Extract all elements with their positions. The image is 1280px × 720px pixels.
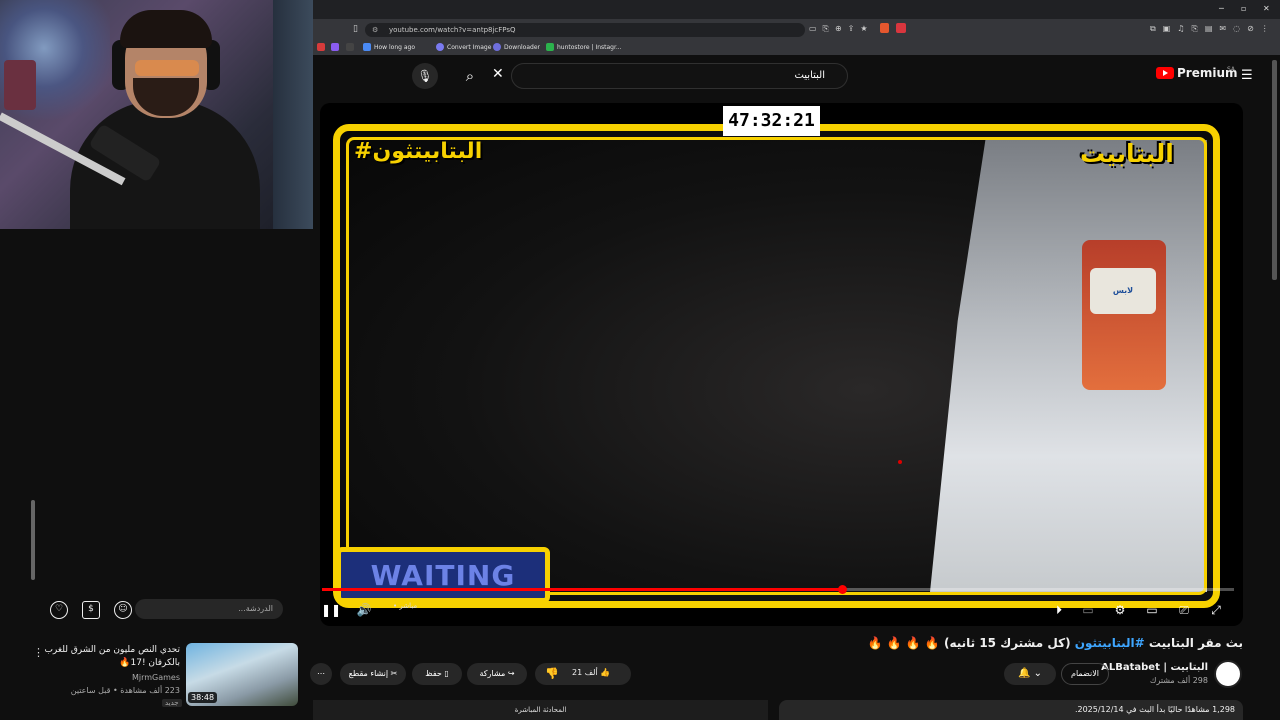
browser-title-bar: ─ ▫ ✕	[313, 0, 1280, 19]
streamer-webcam	[0, 0, 313, 229]
bookmark-how-long-ago[interactable]: How long ago	[363, 43, 415, 51]
recommended-title[interactable]: تحدي النص مليون من الشرق للغرب بالكرفان …	[40, 644, 180, 670]
red-light	[898, 460, 902, 464]
brave-shield-icon[interactable]	[880, 23, 889, 33]
tune-icon[interactable]: ⚙	[372, 26, 378, 34]
live-chat-tab[interactable]: المحادثة المباشرة	[313, 700, 768, 720]
close-window-icon[interactable]: ✕	[1263, 4, 1270, 13]
pause-icon[interactable]: ❚❚	[321, 601, 341, 619]
progress-scrubber[interactable]	[837, 585, 847, 594]
clear-search-icon[interactable]: ✕	[492, 66, 504, 82]
super-chat-icon[interactable]: $	[82, 601, 100, 619]
bookmark-s-icon[interactable]	[331, 43, 339, 51]
url-input[interactable]: youtube.com/watch?v=antp8jcFPsQ	[365, 23, 805, 37]
new-badge: جديد	[162, 699, 182, 707]
stream-inner-frame	[346, 137, 1207, 595]
fullscreen-icon[interactable]: ⤢	[1207, 601, 1225, 619]
minimize-icon[interactable]: ─	[1219, 4, 1224, 13]
like-button[interactable]: 21 ألف 👍	[572, 668, 610, 677]
youtube-premium-logo[interactable]: Premium	[1156, 66, 1238, 80]
search-icon[interactable]: ⌕	[452, 63, 488, 89]
hashtag-overlay: #البتابيتثون	[354, 139, 483, 164]
recommended-channel[interactable]: MjrmGames	[40, 673, 180, 682]
dislike-icon[interactable]: 👎	[545, 667, 559, 680]
chat-scrollbar[interactable]	[31, 500, 35, 580]
bookmark-icon[interactable]: ▯	[353, 24, 358, 34]
video-description[interactable]: 1,298 مشاهدًا حاليًا بدأ البث في 2025/12…	[779, 700, 1243, 720]
more-actions-icon[interactable]: ⋯	[310, 663, 332, 685]
stream-timer: 47:32:21	[723, 106, 820, 136]
recommended-meta: 223 ألف مشاهدة • قبل ساعتين	[70, 686, 180, 695]
progress-fill	[322, 588, 842, 591]
video-title: بث مقر البتابيت #البتابيتثون (كل مشترك 1…	[867, 636, 1243, 650]
clip-button[interactable]: إنشاء مقطع ✂	[340, 663, 406, 685]
title-hashtag[interactable]: #البتابيتثون	[1075, 636, 1145, 650]
theater-mode-icon[interactable]: ▭	[1143, 601, 1161, 619]
bookmark-huntostore[interactable]: huntostore | Instagr...	[546, 43, 622, 51]
video-duration: 38:48	[188, 692, 218, 703]
settings-icon[interactable]: ⚙	[1111, 601, 1129, 619]
heart-icon[interactable]: ♡	[50, 601, 68, 619]
maximize-icon[interactable]: ▫	[1241, 4, 1246, 13]
channel-avatar[interactable]	[1214, 660, 1242, 688]
recommended-thumbnail[interactable]: 38:48	[186, 643, 298, 706]
more-options-icon[interactable]: ⋮	[33, 646, 44, 659]
subscriber-count: 298 ألف مشترك	[1149, 676, 1208, 685]
bookmarks-bar: How long ago Convert Image Downloader hu…	[313, 41, 1280, 55]
share-button[interactable]: مشاركة ↪	[467, 663, 527, 685]
subtitles-icon[interactable]: ▭	[1079, 601, 1097, 619]
save-button[interactable]: حفظ ▯	[412, 663, 462, 685]
volume-icon[interactable]: 🔊	[355, 601, 373, 619]
autoplay-toggle-icon[interactable]: ⏵	[1050, 601, 1068, 619]
cast-icon[interactable]: ⎚	[1175, 601, 1193, 619]
bookmark-c-icon[interactable]	[346, 43, 354, 51]
youtube-play-icon	[1156, 67, 1174, 79]
notification-bell-button[interactable]: 🔔 ⌄	[1004, 663, 1056, 685]
page-scrollbar[interactable]	[1272, 60, 1277, 280]
live-indicator[interactable]: • مباشر	[393, 602, 417, 610]
bookmark-convert-image[interactable]: Convert Image	[436, 43, 491, 51]
toolbar-extensions-icon[interactable]: ⧉▣♫⎘▤✉◌⊘⋮	[1150, 24, 1276, 34]
join-button[interactable]: الانضمام	[1061, 663, 1109, 685]
address-bar-actions-icon[interactable]: ▭⎘⊕⇪★	[809, 24, 874, 34]
chat-input[interactable]: الدردشة...	[135, 599, 283, 619]
country-code: SA	[1227, 66, 1236, 73]
brand-overlay: البتابيت	[1080, 139, 1174, 168]
voice-search-icon[interactable]: 🎙	[412, 63, 438, 89]
channel-name[interactable]: البتابيت | ALBatabet	[1100, 662, 1208, 673]
menu-icon[interactable]: ☰	[1241, 68, 1253, 83]
bookmark-folder-icon[interactable]	[317, 43, 325, 51]
search-input[interactable]: البتابيت	[511, 63, 848, 89]
brave-rewards-icon[interactable]	[896, 23, 906, 33]
bookmark-downloader[interactable]: Downloader	[493, 43, 540, 51]
emoji-icon[interactable]: ☺	[114, 601, 132, 619]
live-chat-panel	[0, 229, 313, 594]
